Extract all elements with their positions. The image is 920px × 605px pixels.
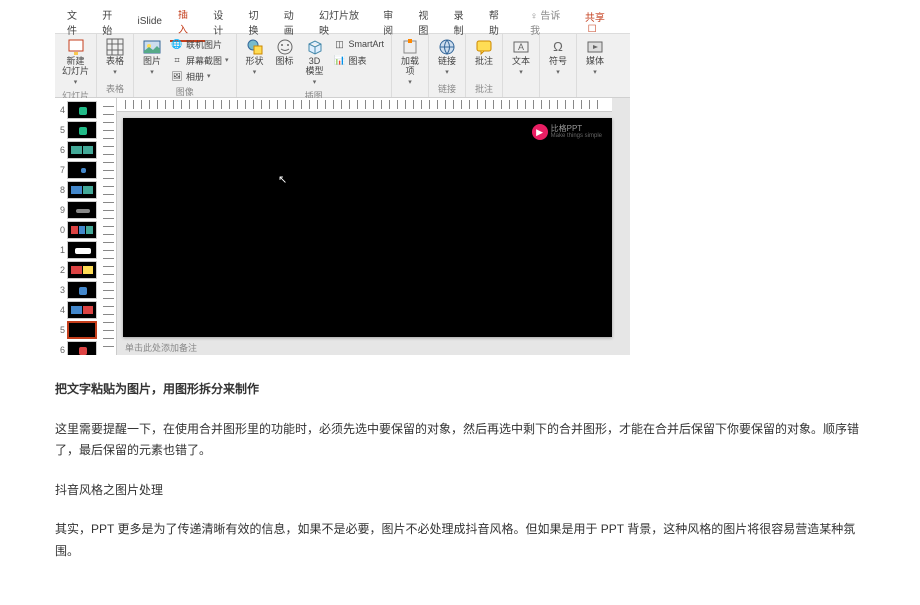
chart-icon: 📊 <box>334 54 346 66</box>
cube-icon <box>306 38 324 56</box>
group-label-links: 链接 <box>433 81 461 95</box>
shapes-button[interactable]: 形状▾ <box>241 36 269 78</box>
group-label-images: 图像 <box>138 84 232 98</box>
new-slide-icon <box>67 38 85 56</box>
group-label-tables: 表格 <box>101 81 129 95</box>
svg-text:Ω: Ω <box>553 39 563 54</box>
addins-icon <box>401 38 419 56</box>
textbox-button[interactable]: A 文本▾ <box>507 36 535 78</box>
smartart-button[interactable]: ◫SmartArt <box>331 36 388 52</box>
horizontal-ruler <box>117 98 612 112</box>
article-body: 把文字粘贴为图片，用图形拆分来制作 这里需要提醒一下，在使用合并图形里的功能时，… <box>0 355 920 605</box>
link-button[interactable]: 链接▾ <box>433 36 461 78</box>
screenshot-icon: ⌗ <box>171 54 183 66</box>
thumbnail[interactable] <box>67 281 97 299</box>
table-icon <box>106 38 124 56</box>
album-button[interactable]: 🖼相册 ▾ <box>168 68 232 84</box>
comment-button[interactable]: 批注 <box>470 36 498 69</box>
article-paragraph: 抖音风格之图片处理 <box>55 480 865 502</box>
album-icon: 🖼 <box>171 70 183 82</box>
icons-icon <box>276 38 294 56</box>
shapes-icon <box>246 38 264 56</box>
pictures-button[interactable]: 图片 ▾ <box>138 36 166 78</box>
thumbnail[interactable] <box>67 221 97 239</box>
article-paragraph: 其实，PPT 更多是为了传递清晰有效的信息，如果不是必要，图片不必处理成抖音风格… <box>55 519 865 562</box>
symbols-button[interactable]: Ω 符号▾ <box>544 36 572 78</box>
thumbnail[interactable] <box>67 241 97 259</box>
group-label-comments: 批注 <box>470 81 498 95</box>
ribbon: 新建 幻灯片 ▾ 幻灯片 表格 ▾ 表格 图片 ▾ <box>55 34 630 98</box>
logo-badge-icon: ▶ <box>532 124 548 140</box>
thumbnail[interactable] <box>67 181 97 199</box>
picture-icon <box>143 38 161 56</box>
text-icon: A <box>512 38 530 56</box>
globe-icon: 🌐 <box>171 38 183 50</box>
watermark-logo: ▶ 比格PPT Make things simple <box>532 124 602 140</box>
chart-button[interactable]: 📊图表 <box>331 52 388 68</box>
powerpoint-screenshot: 文件 开始 iSlide 插入 设计 切换 动画 幻灯片放映 审阅 视图 录制 … <box>55 10 630 355</box>
slide-thumbnails[interactable]: 4 5 6 7 8 9 0 1 2 3 4 5 6 <box>55 98 101 355</box>
thumbnail[interactable] <box>67 341 97 355</box>
smartart-icon: ◫ <box>334 38 346 50</box>
icons-button[interactable]: 图标 <box>271 36 299 69</box>
cursor-icon: ↖ <box>278 173 287 186</box>
article-heading: 把文字粘贴为图片，用图形拆分来制作 <box>55 379 865 401</box>
thumbnail[interactable] <box>67 301 97 319</box>
vertical-ruler <box>101 98 117 355</box>
addins-button[interactable]: 加载 项▾ <box>396 36 424 88</box>
media-icon <box>586 38 604 56</box>
thumbnail[interactable] <box>67 101 97 119</box>
media-button[interactable]: 媒体▾ <box>581 36 609 78</box>
ribbon-tabs: 文件 开始 iSlide 插入 设计 切换 动画 幻灯片放映 审阅 视图 录制 … <box>55 10 630 34</box>
thumbnail[interactable] <box>67 141 97 159</box>
work-area: 4 5 6 7 8 9 0 1 2 3 4 5 6 ↖ ▶ 比格PPT M <box>55 98 630 355</box>
omega-icon: Ω <box>549 38 567 56</box>
3d-models-button[interactable]: 3D 模型▾ <box>301 36 329 88</box>
comment-icon <box>475 38 493 56</box>
slide-canvas[interactable]: ↖ ▶ 比格PPT Make things simple <box>123 118 612 337</box>
thumbnail[interactable] <box>67 261 97 279</box>
tab-islide[interactable]: iSlide <box>130 12 170 31</box>
share-button[interactable]: 共享 ☐ <box>577 10 626 35</box>
thumbnail[interactable] <box>67 121 97 139</box>
svg-text:A: A <box>518 42 524 52</box>
table-button[interactable]: 表格 ▾ <box>101 36 129 78</box>
new-slide-button[interactable]: 新建 幻灯片 ▾ <box>59 36 92 88</box>
thumbnail-selected[interactable] <box>67 321 97 339</box>
thumbnail[interactable] <box>67 201 97 219</box>
article-paragraph: 这里需要提醒一下，在使用合并图形里的功能时，必须先选中要保留的对象，然后再选中剩… <box>55 419 865 462</box>
online-pictures-button[interactable]: 🌐联机图片 <box>168 36 232 52</box>
link-icon <box>438 38 456 56</box>
thumbnail[interactable] <box>67 161 97 179</box>
screenshot-button[interactable]: ⌗屏幕截图 ▾ <box>168 52 232 68</box>
notes-placeholder[interactable]: 单击此处添加备注 <box>117 341 612 355</box>
